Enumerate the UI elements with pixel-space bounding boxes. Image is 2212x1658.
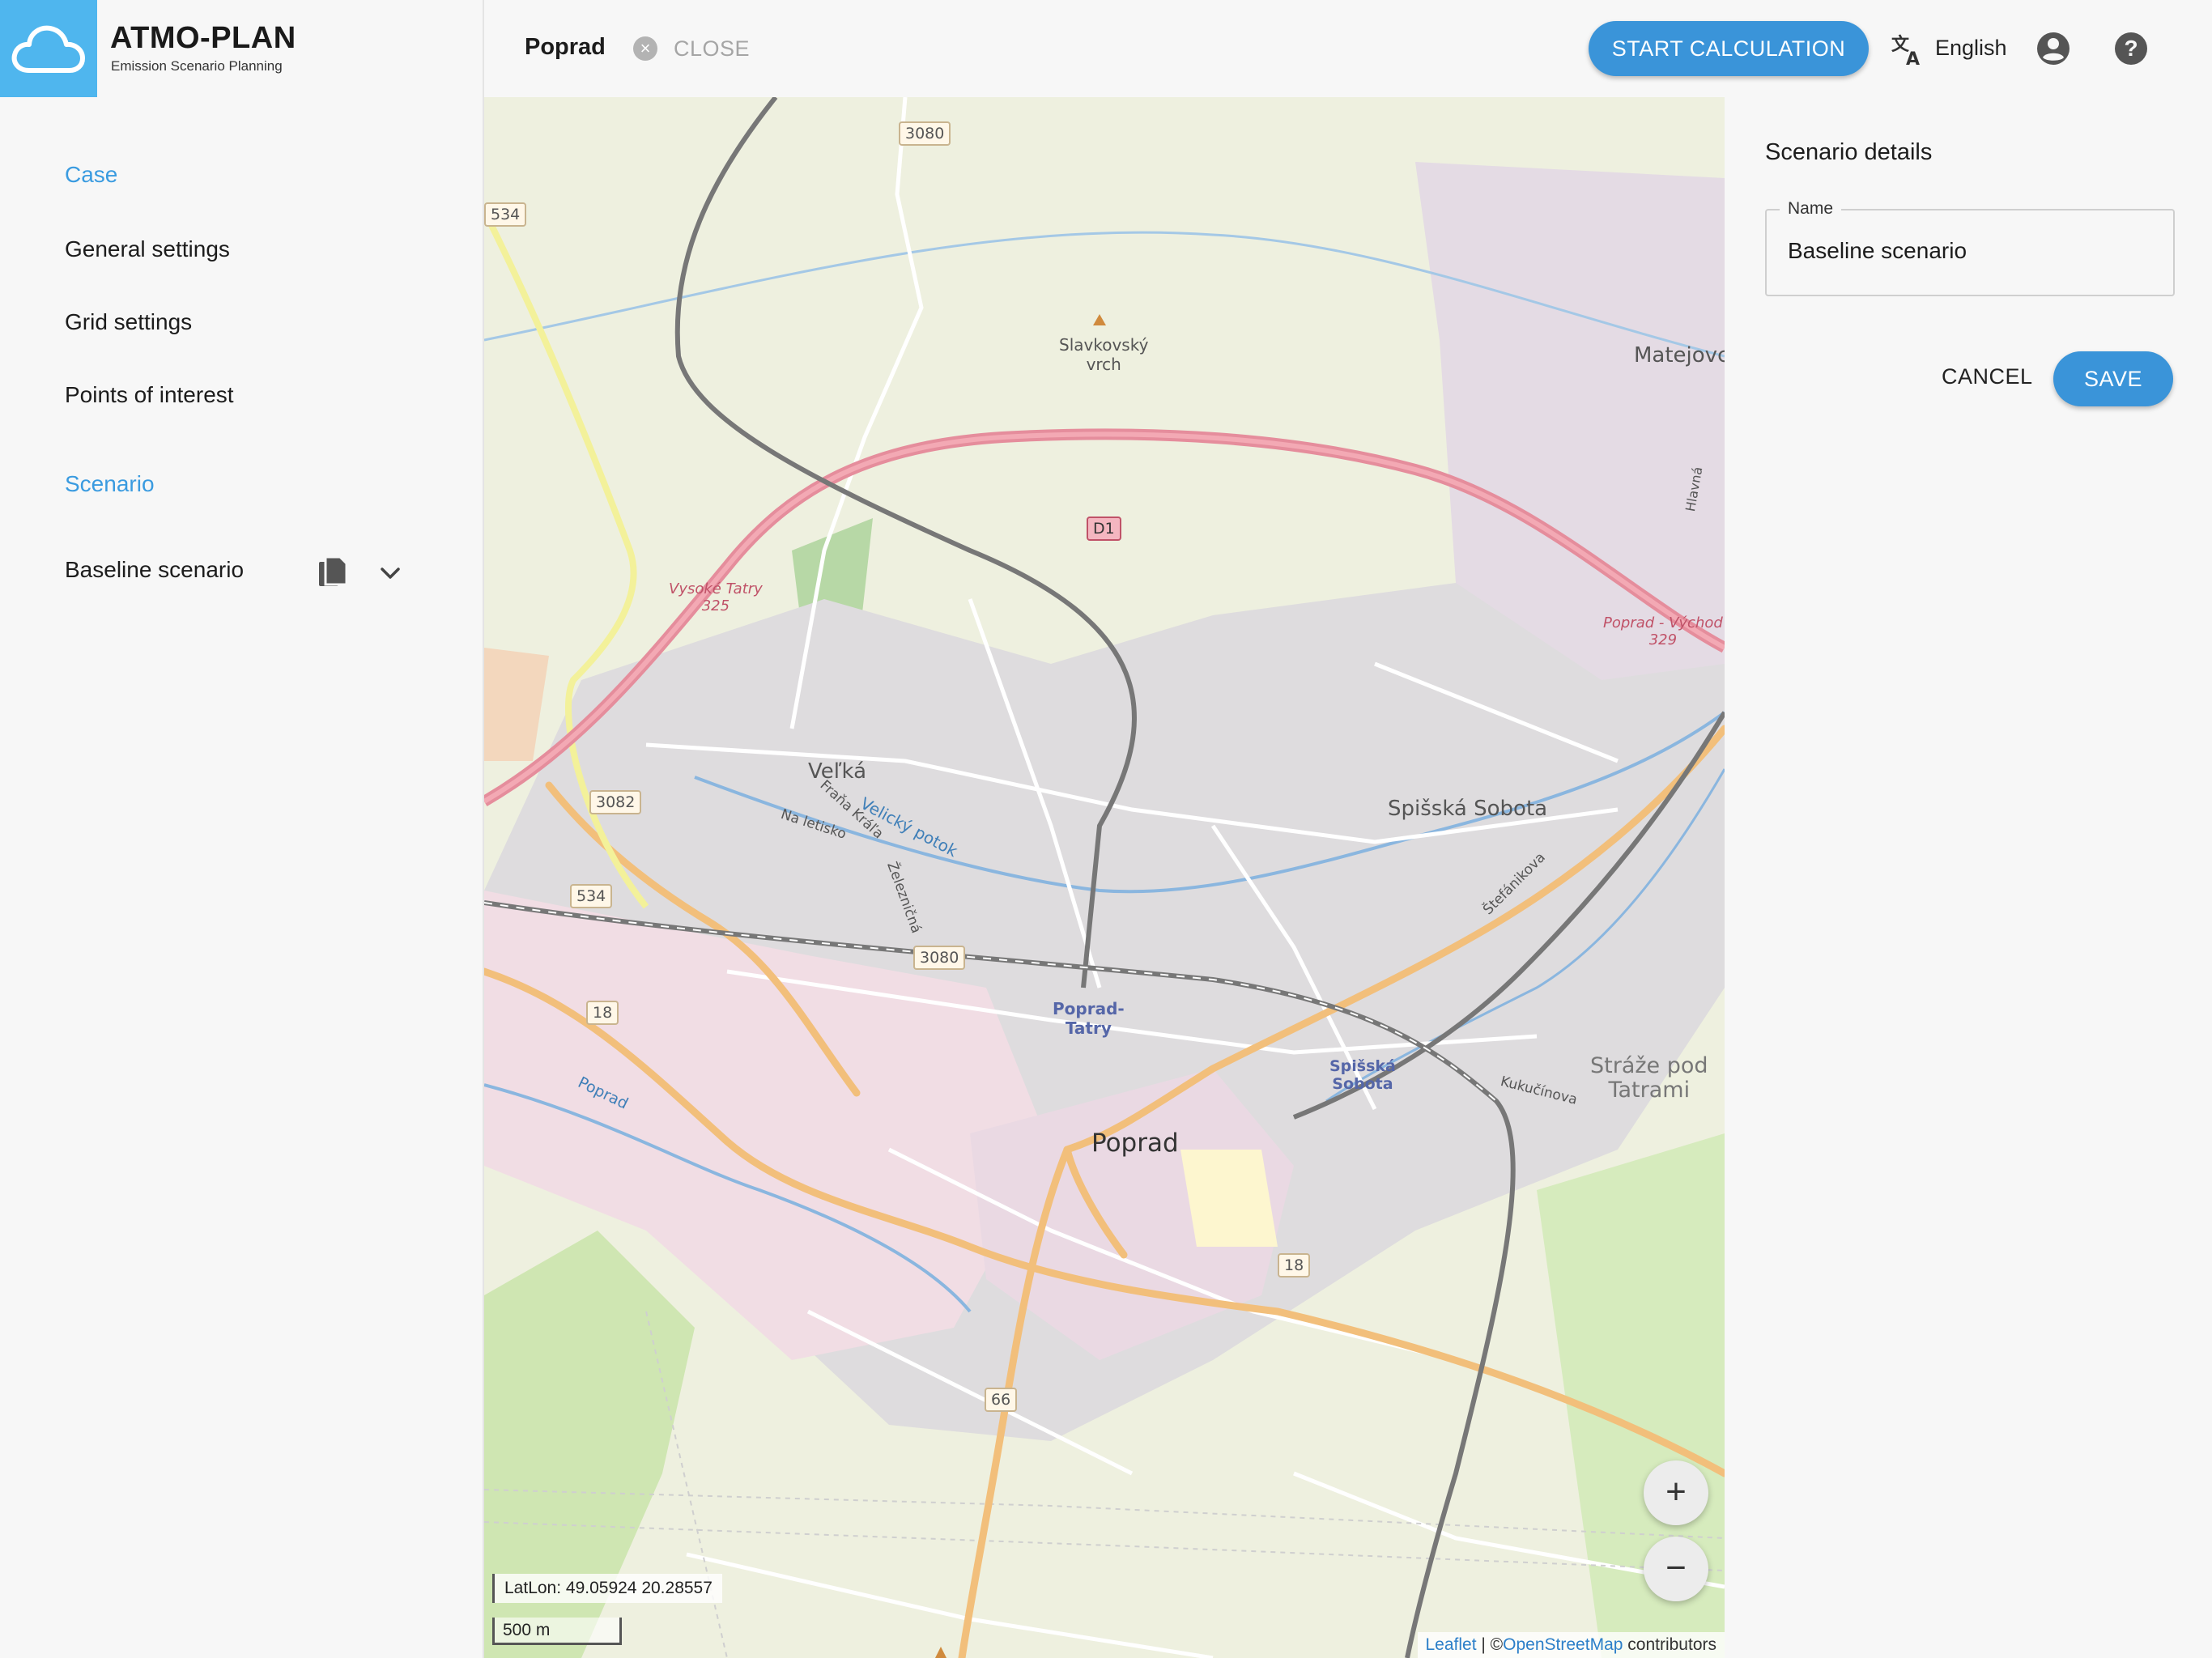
road-shield: 534 [570, 884, 613, 908]
map-label-slavkovsky-vrch: Slavkovský vrch [1059, 335, 1149, 374]
case-name: Poprad [525, 34, 606, 60]
road-shield: 66 [985, 1388, 1018, 1412]
map-label-poprad-tatry-station: Poprad- Tatry [1053, 999, 1125, 1038]
road-shield: 3080 [913, 946, 966, 970]
help-icon[interactable]: ? [2113, 31, 2149, 66]
leaflet-link[interactable]: Leaflet [1426, 1635, 1477, 1654]
map-view[interactable]: Slavkovský vrch Matejovc Veľká Velický p… [484, 97, 1725, 1658]
scenario-details-panel: Scenario details Name CANCEL SAVE [1725, 97, 2212, 1658]
coordinate-readout: LatLon: 49.05924 20.28557 [492, 1574, 722, 1603]
road-shield: D1 [1087, 517, 1121, 541]
map-label-spisska-sobota-station: Spišská Sobota [1329, 1057, 1396, 1093]
map-attribution: Leaflet | ©OpenStreetMap contributors [1417, 1632, 1725, 1658]
start-calculation-button[interactable]: START CALCULATION [1589, 21, 1869, 76]
panel-title: Scenario details [1765, 139, 1933, 165]
app-title: ATMO-PLAN [110, 21, 296, 55]
language-selector[interactable]: English [1935, 36, 2007, 61]
svg-text:A: A [1906, 49, 1920, 66]
nav-item-points-of-interest[interactable]: Points of interest [65, 382, 234, 408]
nav-section-case[interactable]: Case [65, 162, 117, 188]
nav-item-grid-settings[interactable]: Grid settings [65, 309, 192, 335]
road-shield: 18 [1278, 1253, 1311, 1278]
cancel-button[interactable]: CANCEL [1942, 364, 2033, 389]
name-field-label: Name [1780, 199, 1842, 219]
app-subtitle: Emission Scenario Planning [111, 58, 283, 74]
chevron-down-icon[interactable] [376, 559, 405, 588]
map-label-spisska-sobota: Spišská Sobota [1388, 797, 1548, 821]
attribution-contributors: contributors [1623, 1635, 1716, 1654]
app-logo[interactable] [0, 0, 97, 97]
scenario-item[interactable]: Baseline scenario [65, 555, 413, 588]
cloud-icon [11, 25, 85, 73]
close-case-button[interactable]: × CLOSE [633, 32, 750, 65]
zoom-in-button[interactable]: + [1644, 1460, 1708, 1525]
map-label-poprad-vychod-exit: Poprad - Východ 329 [1603, 614, 1723, 648]
openstreetmap-link[interactable]: OpenStreetMap [1503, 1635, 1623, 1654]
map-label-poprad: Poprad [1091, 1129, 1179, 1158]
nav-item-general-settings[interactable]: General settings [65, 236, 230, 262]
name-input[interactable] [1788, 238, 2152, 264]
road-shield: 3082 [589, 790, 642, 814]
copy-icon[interactable] [317, 555, 350, 591]
translate-icon[interactable]: 文 A [1890, 31, 1925, 66]
sidebar: ATMO-PLAN Emission Scenario Planning Cas… [0, 0, 484, 1658]
scenario-item-label[interactable]: Baseline scenario [65, 557, 244, 583]
scale-bar: 500 m [492, 1618, 622, 1645]
map-label-matejovce: Matejovc [1634, 343, 1725, 368]
zoom-out-button[interactable]: − [1644, 1537, 1708, 1601]
nav-section-scenario[interactable]: Scenario [65, 471, 155, 497]
close-icon: × [633, 36, 657, 61]
top-bar: Poprad × CLOSE START CALCULATION 文 A Eng… [484, 0, 2212, 97]
map-tiles[interactable] [484, 97, 1725, 1658]
attribution-separator: | © [1476, 1635, 1504, 1654]
road-shield: 3080 [899, 121, 951, 146]
map-label-vysoke-tatry-exit: Vysoké Tatry 325 [669, 580, 763, 614]
map-label-straze-pod-tatrami: Stráže pod Tatrami [1590, 1053, 1708, 1103]
road-shield: 534 [484, 202, 527, 227]
close-label: CLOSE [674, 36, 751, 61]
name-field[interactable]: Name [1765, 199, 2175, 296]
svg-text:?: ? [2124, 36, 2138, 61]
road-shield: 18 [586, 1001, 619, 1025]
save-button[interactable]: SAVE [2053, 351, 2173, 406]
account-icon[interactable] [2035, 31, 2071, 66]
map-label-velka: Veľká [808, 759, 867, 784]
